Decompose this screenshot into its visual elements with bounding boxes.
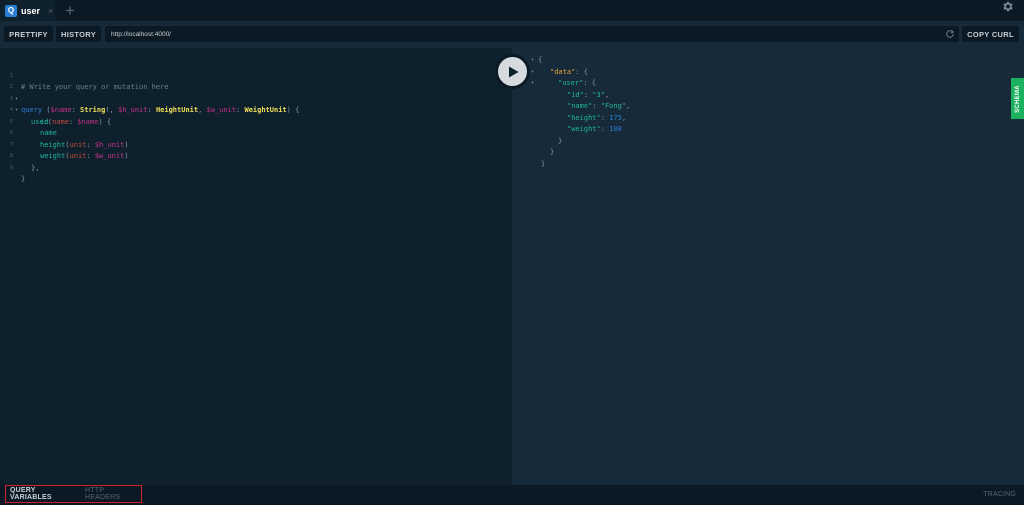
gear-icon[interactable] <box>1001 0 1014 13</box>
json-punct: : <box>600 113 610 122</box>
code-line: 2 ▾ query ($name: String!, $h_unit: Heig… <box>0 71 500 114</box>
json-value: 100 <box>609 125 622 133</box>
json-value: 175 <box>609 113 622 122</box>
json-key: "weight" <box>567 125 601 133</box>
endpoint-url-text: http://localhost:4000/ <box>111 30 171 38</box>
code-line: 8 }, <box>0 140 500 172</box>
code-line: 7 weight(unit: $w_unit) <box>0 128 500 161</box>
result-pane[interactable]: ▾ { ▾ "data": { ▾ "user": { "id": "3", "… <box>512 48 1024 485</box>
toolbar: PRETTIFY HISTORY http://localhost:4000/ … <box>0 21 1024 48</box>
query-editor[interactable]: 1 # Write your query or mutation here 2 … <box>0 59 500 184</box>
tab-query-variables[interactable]: QUERY VARIABLES <box>10 487 79 501</box>
code-line: 9 } <box>0 151 500 184</box>
code-line: 4 id <box>0 94 500 126</box>
schema-label: SCHEMA <box>1014 84 1021 113</box>
json-brace: } <box>558 136 563 145</box>
tab-user[interactable]: Q user × <box>0 0 55 21</box>
json-punct: , <box>621 113 627 122</box>
query-variables-tabs: QUERY VARIABLES HTTP HEADERS <box>5 485 142 503</box>
tab-bar: Q user × + <box>0 0 1024 21</box>
close-icon[interactable]: × <box>48 6 53 16</box>
json-value: "3" <box>592 90 605 99</box>
copy-curl-button[interactable]: COPY CURL <box>962 26 1019 42</box>
json-key: "data" <box>550 67 576 76</box>
json-punct: : <box>592 102 601 110</box>
json-brace: } <box>541 159 546 168</box>
json-punct: : <box>600 125 610 133</box>
code-punct: } <box>21 175 26 183</box>
fold-arrow-icon[interactable]: ▾ <box>531 55 534 67</box>
tab-http-headers[interactable]: HTTP HEADERS <box>85 487 141 501</box>
json-value: "Fong" <box>600 102 627 110</box>
history-button[interactable]: HISTORY <box>56 26 101 42</box>
query-editor-pane[interactable]: 1 # Write your query or mutation here 2 … <box>0 48 512 485</box>
code-line: 3 ▾ user(name: $name) { <box>0 82 500 126</box>
json-punct: : { <box>575 67 588 76</box>
code-punct: }, <box>31 163 40 172</box>
tab-label: user <box>21 5 41 16</box>
json-punct: , <box>626 102 631 110</box>
json-punct: : { <box>583 79 596 87</box>
json-key: "height" <box>567 113 601 122</box>
fold-arrow-icon[interactable]: ▾ <box>531 78 534 90</box>
reload-icon[interactable] <box>945 29 955 39</box>
tracing-button[interactable]: TRACING <box>983 491 1016 498</box>
add-tab-button[interactable]: + <box>58 0 82 21</box>
query-badge-icon: Q <box>5 4 17 17</box>
json-punct: , <box>604 90 610 99</box>
code-line: 1 # Write your query or mutation here <box>0 59 500 92</box>
run-query-button[interactable] <box>495 54 530 89</box>
schema-tab[interactable]: SCHEMA <box>1011 78 1024 119</box>
json-key: "user" <box>558 79 584 87</box>
json-brace: } <box>550 148 555 156</box>
json-brace: { <box>538 56 543 64</box>
bottom-bar: QUERY VARIABLES HTTP HEADERS TRACING <box>0 485 1024 505</box>
play-icon <box>508 66 518 77</box>
code-line: 6 height(unit: $h_unit) <box>0 117 500 149</box>
json-key: "name" <box>567 102 593 110</box>
json-key: "id" <box>567 90 584 99</box>
endpoint-url-input[interactable]: http://localhost:4000/ <box>105 26 959 42</box>
code-line: 5 name <box>0 105 500 138</box>
line-number: 9 <box>9 164 13 171</box>
fold-arrow-icon[interactable]: ▾ <box>531 67 534 79</box>
prettify-button[interactable]: PRETTIFY <box>4 26 53 42</box>
